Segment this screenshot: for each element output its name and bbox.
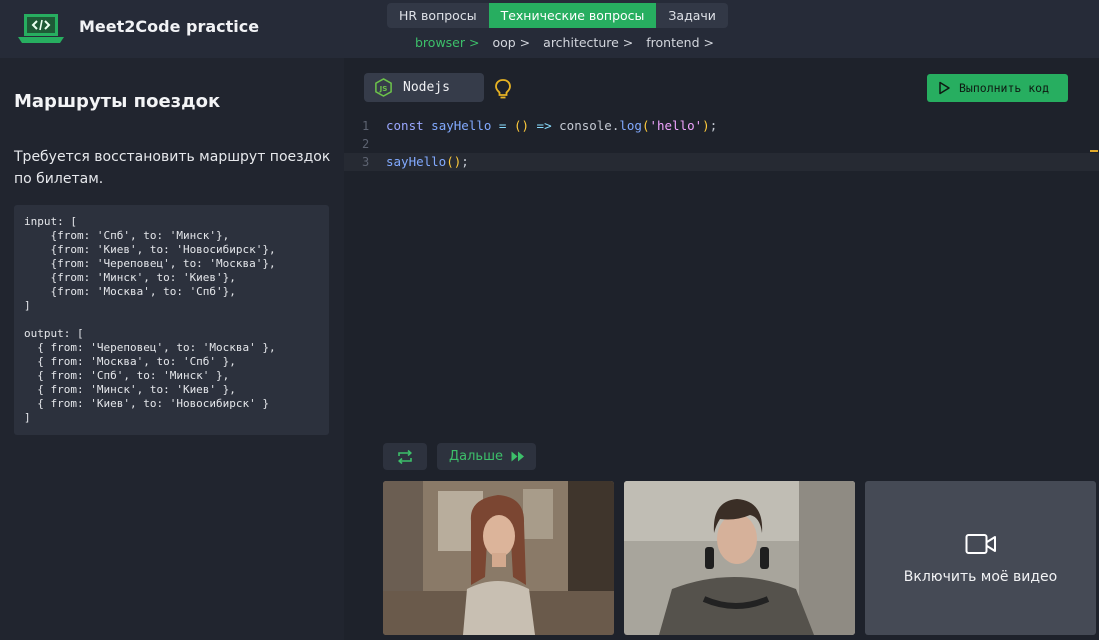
- next-button[interactable]: Дальше: [437, 443, 536, 470]
- tab-technical-questions[interactable]: Технические вопросы: [488, 3, 657, 28]
- participant-2-image: [624, 481, 855, 635]
- enable-my-video-tile[interactable]: Включить моё видео: [865, 481, 1096, 635]
- task-title: Маршруты поездок: [14, 91, 221, 112]
- scroll-marker: [1090, 150, 1098, 152]
- tab-tasks[interactable]: Задачи: [656, 3, 728, 28]
- language-select[interactable]: JS Nodejs: [364, 73, 484, 102]
- enable-video-label: Включить моё видео: [903, 569, 1058, 585]
- run-code-label: Выполнить код: [959, 81, 1050, 95]
- task-panel: Маршруты поездок Требуется восстановить …: [0, 58, 344, 640]
- crumb-architecture[interactable]: architecture >: [543, 35, 633, 50]
- video-camera-icon: [965, 534, 996, 554]
- run-code-button[interactable]: Выполнить код: [927, 74, 1068, 102]
- line-number: 1: [362, 119, 370, 133]
- lightbulb-hint-icon[interactable]: [494, 78, 512, 100]
- fast-forward-icon: [511, 451, 524, 462]
- code-line-2[interactable]: 2: [344, 135, 1099, 153]
- next-label: Дальше: [449, 449, 503, 464]
- question-tabs: HR вопросы Технические вопросы Задачи: [387, 3, 728, 28]
- laptop-code-logo-icon[interactable]: [18, 12, 64, 44]
- nodejs-icon: JS: [375, 78, 392, 97]
- crumb-frontend[interactable]: frontend >: [646, 35, 714, 50]
- breadcrumb: browser > oop > architecture > frontend …: [415, 35, 714, 50]
- participant-1-image: [383, 481, 614, 635]
- crumb-oop[interactable]: oop >: [492, 35, 530, 50]
- repeat-icon: [397, 449, 413, 464]
- participant-video-1[interactable]: [383, 481, 614, 635]
- code-line-1[interactable]: 1 const sayHello = () => console.log('he…: [344, 117, 1099, 135]
- code-editor-panel: JS Nodejs Выполнить код 1 const sayHello…: [344, 58, 1099, 640]
- task-example-code: input: [ {from: 'Спб', to: 'Минск'}, {fr…: [14, 205, 329, 435]
- participant-video-2[interactable]: [624, 481, 855, 635]
- language-label: Nodejs: [403, 80, 450, 95]
- app-header: Meet2Code practice HR вопросы Технически…: [0, 0, 1099, 58]
- task-description: Требуется восстановить маршрут поездок п…: [14, 149, 331, 187]
- svg-text:JS: JS: [379, 84, 388, 93]
- tab-hr-questions[interactable]: HR вопросы: [387, 3, 489, 28]
- app-title: Meet2Code practice: [79, 17, 260, 36]
- play-icon: [939, 81, 950, 95]
- code-line-3[interactable]: 3 sayHello();: [344, 153, 1099, 171]
- repeat-button[interactable]: [383, 443, 427, 470]
- crumb-browser[interactable]: browser >: [415, 35, 479, 50]
- line-number: 3: [362, 155, 370, 169]
- line-number: 2: [362, 137, 370, 151]
- task-example-text: input: [ {from: 'Спб', to: 'Минск'}, {fr…: [24, 215, 276, 424]
